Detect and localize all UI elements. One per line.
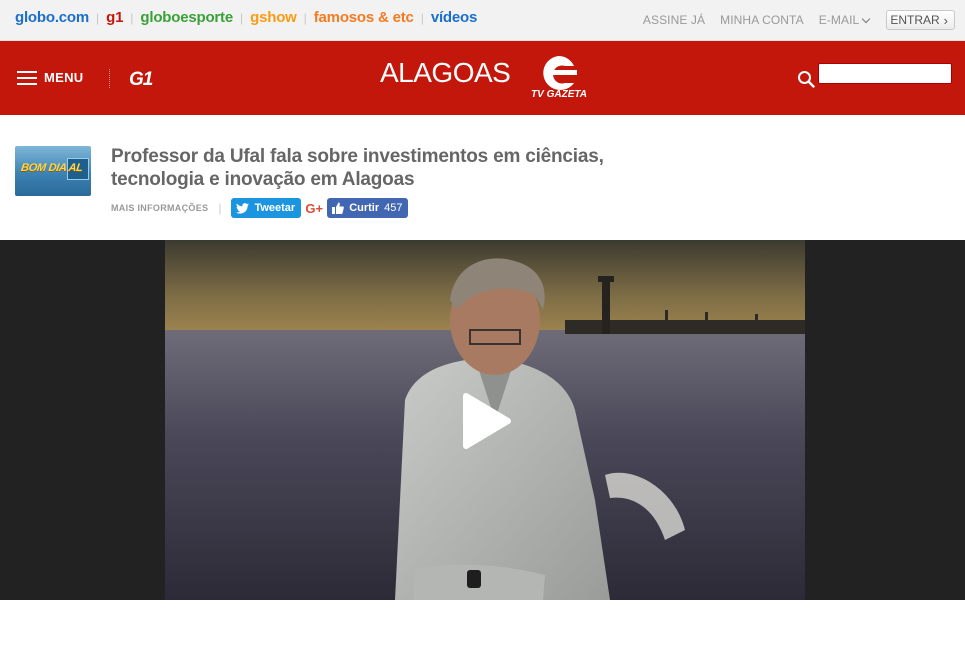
tweet-button[interactable]: Tweetar: [231, 198, 302, 218]
g1-logo[interactable]: G1: [129, 69, 153, 91]
search-input[interactable]: [818, 63, 952, 84]
twitter-bird-icon: [236, 202, 250, 214]
link-videos[interactable]: vídeos: [431, 9, 478, 26]
program-thumbnail[interactable]: BOM DIA AL: [15, 146, 91, 196]
separator: |: [218, 201, 222, 215]
entrar-label: ENTRAR: [890, 13, 940, 27]
separator: |: [420, 10, 424, 25]
like-count: 457: [384, 202, 403, 214]
video-title: Professor da Ufal fala sobre investiment…: [111, 146, 604, 190]
chevron-right-icon: ›: [943, 12, 948, 28]
menu-label: MENU: [44, 70, 84, 85]
facebook-like-button[interactable]: Curtir 457: [327, 198, 408, 218]
thumbs-up-icon: [332, 202, 345, 214]
link-g1[interactable]: g1: [106, 9, 123, 26]
share-row: MAIS INFORMAÇÕES | Tweetar G+ Curtir 457: [111, 198, 408, 218]
globo-sites-nav: globo.com | g1 | globoesporte | gshow | …: [15, 9, 477, 26]
region-title[interactable]: ALAGOAS: [380, 57, 511, 89]
link-gshow[interactable]: gshow: [250, 9, 297, 26]
mais-informacoes-link[interactable]: MAIS INFORMAÇÕES: [111, 203, 208, 213]
minha-conta-link[interactable]: MINHA CONTA: [720, 13, 804, 27]
play-icon[interactable]: [462, 392, 512, 450]
program-thumbnail-label: BOM DIA AL: [20, 162, 84, 174]
like-label: Curtir: [349, 202, 380, 214]
entrar-button[interactable]: ENTRAR ›: [886, 10, 955, 30]
menu-button[interactable]: MENU: [17, 70, 83, 85]
tv-gazeta-logo-text: TV GAZETA: [531, 89, 587, 99]
hamburger-icon: [17, 70, 37, 85]
link-globoesporte[interactable]: globoesporte: [140, 9, 233, 26]
tweet-label: Tweetar: [254, 202, 296, 214]
separator: |: [130, 10, 134, 25]
email-dropdown[interactable]: E-MAIL: [818, 13, 871, 27]
separator: |: [303, 10, 307, 25]
separator: |: [96, 10, 100, 25]
tv-gazeta-logo[interactable]: TV GAZETA: [527, 53, 591, 99]
site-header: MENU G1 ALAGOAS TV GAZETA: [0, 41, 965, 115]
email-label: E-MAIL: [818, 13, 860, 27]
chevron-down-icon: [862, 14, 871, 23]
gplus-button[interactable]: G+: [301, 198, 327, 218]
assine-link[interactable]: ASSINE JÁ: [643, 13, 705, 27]
link-globo-com[interactable]: globo.com: [15, 9, 89, 26]
search-icon[interactable]: [797, 70, 815, 88]
separator: |: [240, 10, 244, 25]
globo-top-bar: globo.com | g1 | globoesporte | gshow | …: [0, 0, 965, 41]
link-famosos[interactable]: famosos & etc: [314, 9, 414, 26]
header-divider: [109, 69, 110, 88]
user-utilities: ASSINE JÁ MINHA CONTA E-MAIL ENTRAR ›: [643, 10, 955, 30]
